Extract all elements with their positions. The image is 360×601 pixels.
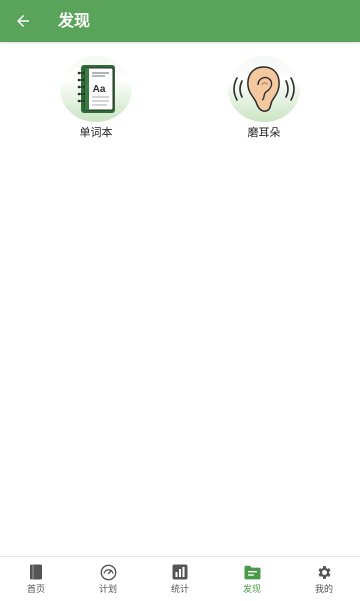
nav-item-plan[interactable]: 计划 xyxy=(72,557,144,601)
nav-item-stats[interactable]: 统计 xyxy=(144,557,216,601)
gear-icon xyxy=(317,565,331,579)
feature-vocabulary-book[interactable]: Aa 单词本 xyxy=(41,56,151,140)
bar-chart-icon xyxy=(172,564,188,580)
nav-label: 计划 xyxy=(98,585,117,595)
feature-label: 单词本 xyxy=(79,126,113,139)
svg-text:Aa: Aa xyxy=(93,84,106,95)
ear-icon xyxy=(233,66,295,112)
nav-item-discover[interactable]: 发现 xyxy=(216,557,288,601)
bottom-navigation: 首页 计划 统计 发现 我的 xyxy=(0,556,360,601)
arrow-left-icon xyxy=(17,15,29,27)
top-app-bar: 发现 xyxy=(0,0,360,42)
feature-listening[interactable]: 磨耳朵 xyxy=(209,56,319,140)
feature-icon-circle: Aa xyxy=(60,56,132,122)
page-title: 发现 xyxy=(58,11,91,30)
back-button[interactable] xyxy=(10,8,36,34)
nav-item-home[interactable]: 首页 xyxy=(0,557,72,601)
book-icon xyxy=(30,564,42,580)
nav-label: 我的 xyxy=(314,585,333,595)
feature-label: 磨耳朵 xyxy=(247,126,281,139)
nav-label: 发现 xyxy=(242,585,261,595)
feature-icon-circle xyxy=(228,56,300,122)
nav-label: 首页 xyxy=(26,585,45,595)
nav-label: 统计 xyxy=(170,585,189,595)
nav-item-profile[interactable]: 我的 xyxy=(288,557,360,601)
gauge-icon xyxy=(100,564,116,580)
notebook-icon: Aa xyxy=(77,65,115,113)
discover-icon xyxy=(244,565,260,579)
